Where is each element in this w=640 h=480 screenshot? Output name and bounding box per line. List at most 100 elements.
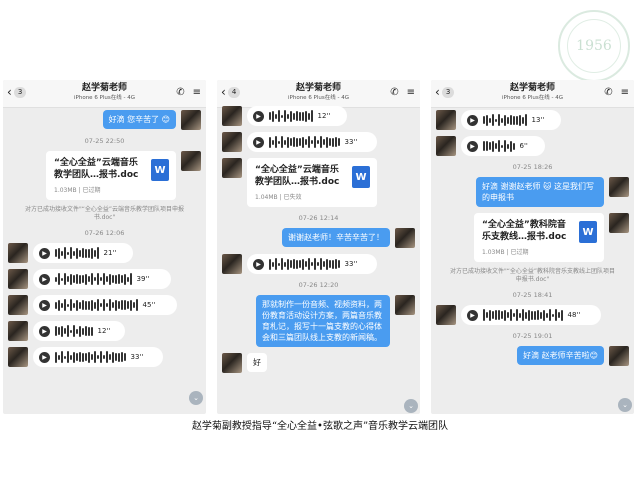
play-icon[interactable]: ▶ (253, 258, 264, 270)
avatar[interactable] (436, 136, 456, 156)
file-name: “全心全益”云端音乐教学团队…报书.doc (255, 165, 340, 187)
waveform (55, 351, 126, 363)
waveform (483, 309, 563, 321)
voice-duration: 6'' (519, 142, 528, 150)
waveform (55, 325, 93, 337)
voice-message[interactable]: ▶ 33'' (247, 132, 377, 152)
file-message[interactable]: “全心全益”教科院音乐支教线…报书.doc 1.03MB | 已过期 W (474, 213, 604, 262)
avatar[interactable] (222, 254, 242, 274)
voice-message[interactable]: ▶ 12'' (33, 321, 125, 341)
avatar[interactable] (395, 228, 415, 248)
file-name: “全心全益”教科院音乐支教线…报书.doc (482, 220, 567, 242)
message-bubble[interactable]: 好滴 赵老师辛苦啦😊 (517, 346, 604, 365)
play-icon[interactable]: ▶ (39, 273, 50, 285)
message-bubble[interactable]: 那就制作一份音频、视频资料，两份教育活动设计方案，两篇音乐教育札记，报写十一篇支… (256, 295, 390, 347)
chat-panel-1: ‹ 3 赵学菊老师 iPhone 6 Plus在线 - 4G ✆ ≡ 好滴 您辛… (3, 80, 206, 414)
avatar[interactable] (8, 347, 28, 367)
voice-duration: 13'' (531, 116, 545, 124)
message-bubble[interactable]: 好滴 谢谢赵老师 🐱 这是我们写的申报书 (476, 177, 604, 207)
avatar[interactable] (395, 295, 415, 315)
voice-duration: 33'' (344, 138, 358, 146)
voice-duration: 33'' (344, 260, 358, 268)
play-icon[interactable]: ▶ (39, 351, 50, 363)
voice-duration: 12'' (317, 112, 331, 120)
word-document-icon: W (151, 159, 169, 181)
word-document-icon: W (352, 166, 370, 188)
voice-duration: 45'' (142, 301, 156, 309)
avatar[interactable] (436, 110, 456, 130)
play-icon[interactable]: ▶ (253, 136, 264, 148)
voice-duration: 48'' (567, 311, 581, 319)
voice-message[interactable]: ▶ 33'' (247, 254, 377, 274)
voice-message[interactable]: ▶ 48'' (461, 305, 601, 325)
system-note: 对方已成功接收文件"“全心全益”云端音乐教学团队项目申报书.doc" (25, 206, 184, 221)
play-icon[interactable]: ▶ (253, 110, 264, 122)
voice-duration: 39'' (136, 275, 150, 283)
avatar[interactable] (8, 321, 28, 341)
menu-icon[interactable]: ≡ (193, 87, 201, 98)
timestamp: 07-26 12:14 (298, 214, 339, 222)
avatar[interactable] (8, 295, 28, 315)
voice-message[interactable]: ▶ 12'' (247, 106, 347, 126)
file-message[interactable]: “全心全益”云端音乐教学团队…报书.doc 1.03MB | 已过期 W (46, 151, 176, 200)
chat-header: ‹ 4 赵学菊老师 iPhone 6 Plus在线 - 4G ✆ ≡ (217, 80, 420, 108)
voice-message[interactable]: ▶ 21'' (33, 243, 133, 263)
avatar[interactable] (609, 213, 629, 233)
play-icon[interactable]: ▶ (39, 325, 50, 337)
voice-duration: 21'' (103, 249, 117, 257)
avatar[interactable] (8, 269, 28, 289)
menu-icon[interactable]: ≡ (621, 87, 629, 98)
avatar[interactable] (222, 106, 242, 126)
message-bubble[interactable]: 好滴 您辛苦了 😊 (102, 110, 176, 129)
voice-message[interactable]: ▶ 33'' (33, 347, 163, 367)
timestamp: 07-25 18:26 (512, 163, 553, 171)
play-icon[interactable]: ▶ (467, 309, 478, 321)
file-name: “全心全益”云端音乐教学团队…报书.doc (54, 158, 139, 180)
caption: 赵学菊副教授指导“全心全益•弦歌之声”音乐教学云端团队 (191, 421, 449, 432)
play-icon[interactable]: ▶ (39, 299, 50, 311)
waveform (269, 136, 340, 148)
school-seal-logo: 1956 (558, 10, 630, 82)
waveform (55, 273, 132, 285)
waveform (269, 258, 340, 270)
avatar[interactable] (609, 177, 629, 197)
menu-icon[interactable]: ≡ (407, 87, 415, 98)
phone-icon[interactable]: ✆ (390, 87, 398, 98)
voice-message[interactable]: ▶ 6'' (461, 136, 545, 156)
phone-icon[interactable]: ✆ (604, 87, 612, 98)
waveform (483, 114, 527, 126)
scroll-down-icon[interactable]: ⌄ (618, 398, 632, 412)
avatar[interactable] (222, 158, 242, 178)
file-message[interactable]: “全心全益”云端音乐教学团队…报书.doc 1.04MB | 已失效 W (247, 158, 377, 207)
play-icon[interactable]: ▶ (467, 114, 478, 126)
avatar[interactable] (181, 110, 201, 130)
seal-year: 1956 (567, 19, 621, 73)
chat-panel-2: ‹ 4 赵学菊老师 iPhone 6 Plus在线 - 4G ✆ ≡ ▶ 12'… (217, 80, 420, 414)
scroll-down-icon[interactable]: ⌄ (189, 391, 203, 405)
timestamp: 07-26 12:20 (298, 281, 339, 289)
file-meta: 1.03MB | 已过期 (482, 249, 529, 256)
avatar[interactable] (181, 151, 201, 171)
page: 1956 ‹ 3 赵学菊老师 iPhone 6 Plus在线 - 4G ✆ ≡ … (0, 0, 640, 480)
phone-icon[interactable]: ✆ (176, 87, 184, 98)
avatar[interactable] (222, 353, 242, 373)
voice-message[interactable]: ▶ 39'' (33, 269, 171, 289)
message-bubble[interactable]: 好 (247, 353, 267, 372)
avatar[interactable] (222, 132, 242, 152)
file-meta: 1.04MB | 已失效 (255, 194, 302, 201)
waveform (55, 299, 138, 311)
avatar[interactable] (436, 305, 456, 325)
chat-header: ‹ 3 赵学菊老师 iPhone 6 Plus在线 - 4G ✆ ≡ (431, 80, 634, 108)
file-meta: 1.03MB | 已过期 (54, 187, 101, 194)
chat-header: ‹ 3 赵学菊老师 iPhone 6 Plus在线 - 4G ✆ ≡ (3, 80, 206, 108)
play-icon[interactable]: ▶ (467, 140, 478, 152)
timestamp: 07-25 19:01 (512, 332, 553, 340)
message-bubble[interactable]: 谢谢赵老师！辛苦辛苦了！ (282, 228, 390, 247)
voice-message[interactable]: ▶ 45'' (33, 295, 177, 315)
avatar[interactable] (609, 346, 629, 366)
scroll-down-icon[interactable]: ⌄ (404, 399, 418, 413)
voice-message[interactable]: ▶ 13'' (461, 110, 561, 130)
timestamp: 07-26 12:06 (84, 229, 125, 237)
avatar[interactable] (8, 243, 28, 263)
play-icon[interactable]: ▶ (39, 247, 50, 259)
